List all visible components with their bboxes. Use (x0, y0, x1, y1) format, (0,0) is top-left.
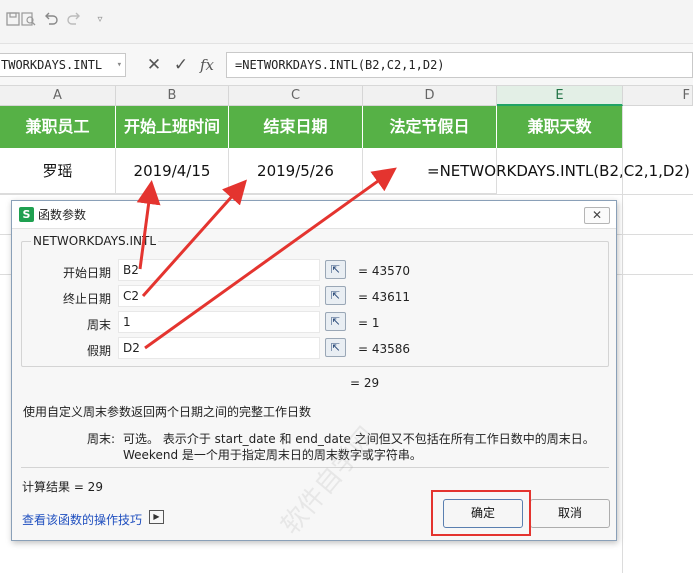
name-box[interactable]: TWORKDAYS.INTL ▾ (0, 53, 126, 77)
header-cell-b1[interactable]: 开始上班时间 (116, 106, 229, 148)
arg-label-start-date: 开始日期 (62, 266, 111, 280)
function-name-label: NETWORKDAYS.INTL (31, 234, 159, 248)
cell-d2[interactable]: =NETWORKDAYS.INTL(B2,C2,1,D2) (363, 148, 690, 194)
function-arguments-dialog: S 函数参数 ✕ NETWORKDAYS.INTL 开始日期 B2 ⇱ = 43… (11, 200, 617, 541)
cancel-button[interactable]: 取消 (530, 499, 610, 528)
arg-label-end-date: 终止日期 (62, 292, 111, 306)
arg-result-weekend: = 1 (358, 316, 380, 330)
arg-input-end-date[interactable]: C2 (118, 285, 320, 307)
column-header-c[interactable]: C (229, 86, 363, 106)
header-cell-a1[interactable]: 兼职员工 (0, 106, 116, 148)
header-cell-e1[interactable]: 兼职天数 (497, 106, 623, 148)
undo-icon[interactable] (40, 8, 62, 30)
function-tips-link[interactable]: 查看该函数的操作技巧 (22, 511, 142, 528)
overall-result: = 29 (350, 376, 380, 390)
cell-c2[interactable]: 2019/5/26 (229, 148, 363, 194)
arg-result-start-date: = 43570 (358, 264, 411, 278)
customize-dropdown-icon[interactable]: ▿ (89, 8, 111, 30)
name-box-text: TWORKDAYS.INTL (1, 58, 103, 72)
wps-app-icon: S (19, 207, 34, 222)
print-preview-icon[interactable] (17, 8, 39, 30)
arg-input-start-date[interactable]: B2 (118, 259, 320, 281)
column-header-d[interactable]: D (363, 86, 497, 106)
close-icon[interactable]: ✕ (584, 207, 610, 224)
range-select-icon[interactable]: ⇱ (325, 312, 346, 331)
arg-result-holidays: = 43586 (358, 342, 411, 356)
formula-input[interactable]: =NETWORKDAYS.INTL(B2,C2,1,D2) (226, 52, 693, 78)
ok-highlight-box (431, 490, 531, 536)
arg-label-weekend: 周末 (86, 318, 111, 332)
column-header-a[interactable]: A (0, 86, 116, 106)
video-play-icon[interactable]: ▶ (149, 510, 164, 524)
range-select-icon[interactable]: ⇱ (325, 286, 346, 305)
quick-access-toolbar: ▿ (0, 0, 693, 44)
column-header-e[interactable]: E (497, 86, 623, 106)
cell-a2[interactable]: 罗瑶 (0, 148, 116, 194)
arg-result-end-date: = 43611 (358, 290, 411, 304)
column-gridline (622, 106, 623, 573)
calculation-result: 计算结果 = 29 (22, 480, 103, 494)
arg-label-holidays: 假期 (86, 344, 111, 358)
confirm-formula-icon[interactable]: ✓ (170, 54, 192, 76)
arg-input-weekend[interactable]: 1 (118, 311, 320, 333)
header-cell-d1[interactable]: 法定节假日 (363, 106, 497, 148)
dialog-title: 函数参数 (38, 208, 87, 222)
cancel-formula-icon[interactable]: ✕ (143, 54, 165, 76)
dialog-titlebar[interactable]: S 函数参数 ✕ (12, 201, 616, 229)
formula-bar: TWORKDAYS.INTL ▾ ✕ ✓ fx =NETWORKDAYS.INT… (0, 44, 693, 86)
row-gridline (0, 194, 693, 195)
header-cell-c1[interactable]: 结束日期 (229, 106, 363, 148)
column-header-f[interactable]: F (623, 86, 693, 106)
range-select-icon[interactable]: ⇱ (325, 260, 346, 279)
cell-e2[interactable] (497, 148, 623, 194)
column-header-b[interactable]: B (116, 86, 229, 106)
arg-input-holidays[interactable]: D2 (118, 337, 320, 359)
function-description: 使用自定义周末参数返回两个日期之间的完整工作日数 (23, 405, 312, 419)
cell-b2[interactable]: 2019/4/15 (116, 148, 229, 194)
chevron-down-icon[interactable]: ▾ (117, 54, 122, 76)
range-select-icon[interactable]: ⇱ (325, 338, 346, 357)
param-name: 周末: (87, 432, 116, 446)
insert-function-icon[interactable]: fx (196, 54, 218, 76)
redo-icon[interactable] (63, 8, 85, 30)
